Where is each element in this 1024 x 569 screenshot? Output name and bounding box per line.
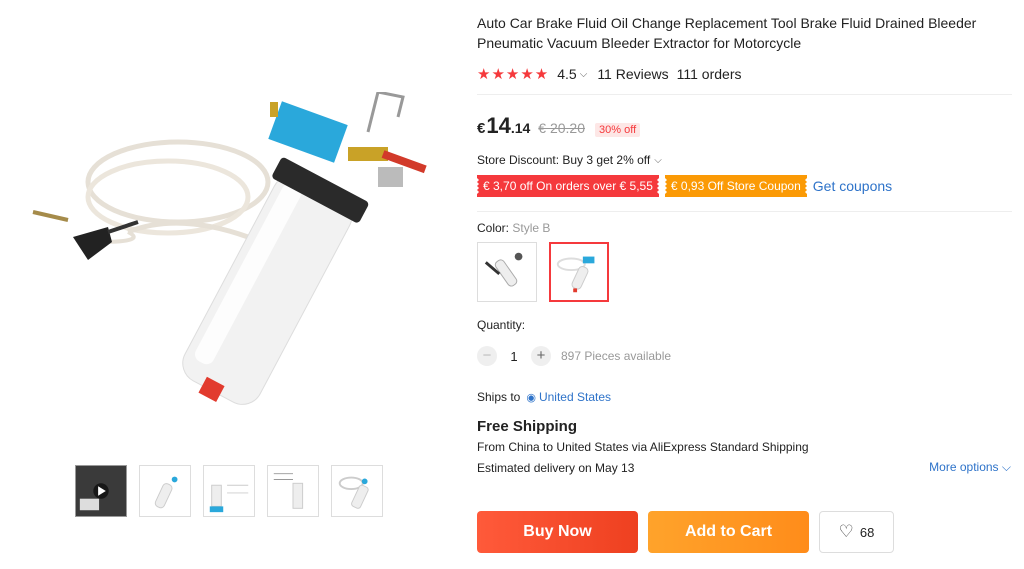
- ships-to-country[interactable]: United States: [539, 390, 611, 404]
- color-label-text: Color:: [477, 221, 510, 235]
- main-product-image[interactable]: [28, 90, 448, 432]
- price-row: € 14 .14 € 20.20 30% off: [477, 113, 1017, 139]
- wishlist-button[interactable]: ♡ 68: [819, 511, 894, 553]
- swatch-style-b[interactable]: [549, 242, 609, 302]
- price-decimal: .14: [510, 120, 531, 136]
- chevron-down-icon: ⌵: [654, 154, 662, 166]
- shipping-method: via AliExpress Standard Shipping: [631, 440, 809, 454]
- coupon-order-threshold[interactable]: € 3,70 off On orders over € 5,55: [475, 175, 661, 197]
- location-pin-icon: ◉: [526, 391, 536, 404]
- shipping-route: From China to United States via AliExpre…: [477, 440, 1017, 454]
- to-country: United States: [556, 440, 629, 454]
- color-value: Style B: [512, 221, 551, 235]
- price-currency: €: [477, 120, 486, 137]
- price-integer: 14: [486, 113, 511, 138]
- free-shipping-title: Free Shipping: [477, 418, 578, 435]
- coupon-store[interactable]: € 0,93 Off Store Coupon: [662, 175, 809, 197]
- swatch-style-a[interactable]: [477, 242, 537, 302]
- product-info-panel: Auto Car Brake Fluid Oil Change Replacem…: [475, 13, 1017, 475]
- thumbnail-image[interactable]: [267, 465, 319, 517]
- add-to-cart-button[interactable]: Add to Cart: [648, 511, 809, 553]
- store-discount[interactable]: Store Discount: Buy 3 get 2% off ⌵: [477, 153, 1017, 167]
- star-icon: ★★★★★: [477, 66, 550, 83]
- ships-to-row: Ships to ◉ United States: [477, 390, 1017, 404]
- chevron-down-icon: ⌵: [1001, 460, 1011, 474]
- to-label: to: [543, 440, 554, 454]
- buy-now-button[interactable]: Buy Now: [477, 511, 638, 553]
- estimated-delivery: Estimated delivery on May 13: [477, 460, 635, 475]
- thumbnail-image[interactable]: [331, 465, 383, 517]
- original-price: € 20.20: [538, 120, 586, 136]
- divider: [477, 94, 1012, 95]
- heart-icon: ♡: [838, 522, 854, 541]
- color-swatches: [477, 242, 1017, 302]
- wishlist-count: 68: [859, 524, 875, 540]
- orders-count: 111 orders: [676, 66, 742, 82]
- reviews-link[interactable]: 11 Reviews: [597, 66, 668, 82]
- store-discount-text: Store Discount: Buy 3 get 2% off: [477, 153, 651, 167]
- color-label: Color: Style B: [477, 221, 1017, 235]
- quantity-stepper: − 1 + 897 Pieces available: [477, 346, 1017, 366]
- chevron-down-icon[interactable]: ⌵: [580, 69, 588, 80]
- from-label: From: [477, 440, 505, 454]
- pieces-available: 897 Pieces available: [561, 349, 672, 363]
- ships-to-label: Ships to: [477, 390, 521, 404]
- rating-value[interactable]: 4.5: [557, 66, 576, 82]
- more-options-link[interactable]: More options ⌵: [929, 460, 1011, 475]
- from-country: China: [508, 440, 540, 454]
- thumbnail-strip: [75, 465, 383, 517]
- quantity-input[interactable]: 1: [497, 349, 531, 364]
- estimated-delivery-row: Estimated delivery on May 13 More option…: [477, 460, 1017, 475]
- thumbnail-video[interactable]: [75, 465, 127, 517]
- action-buttons: Buy Now Add to Cart ♡ 68: [477, 511, 894, 553]
- quantity-decrease-button[interactable]: −: [477, 346, 497, 366]
- more-options-label: More options: [929, 460, 999, 474]
- get-coupons-link[interactable]: Get coupons: [813, 178, 892, 194]
- coupons-row: € 3,70 off On orders over € 5,55 € 0,93 …: [475, 175, 1017, 197]
- thumbnail-image[interactable]: [139, 465, 191, 517]
- thumbnail-image[interactable]: [203, 465, 255, 517]
- divider: [477, 211, 1012, 212]
- rating-row: ★★★★★ 4.5 ⌵ 11 Reviews 111 orders: [477, 63, 1017, 85]
- quantity-label: Quantity:: [477, 318, 526, 332]
- discount-badge: 30% off: [595, 123, 641, 137]
- product-title: Auto Car Brake Fluid Oil Change Replacem…: [477, 15, 977, 51]
- quantity-increase-button[interactable]: +: [531, 346, 551, 366]
